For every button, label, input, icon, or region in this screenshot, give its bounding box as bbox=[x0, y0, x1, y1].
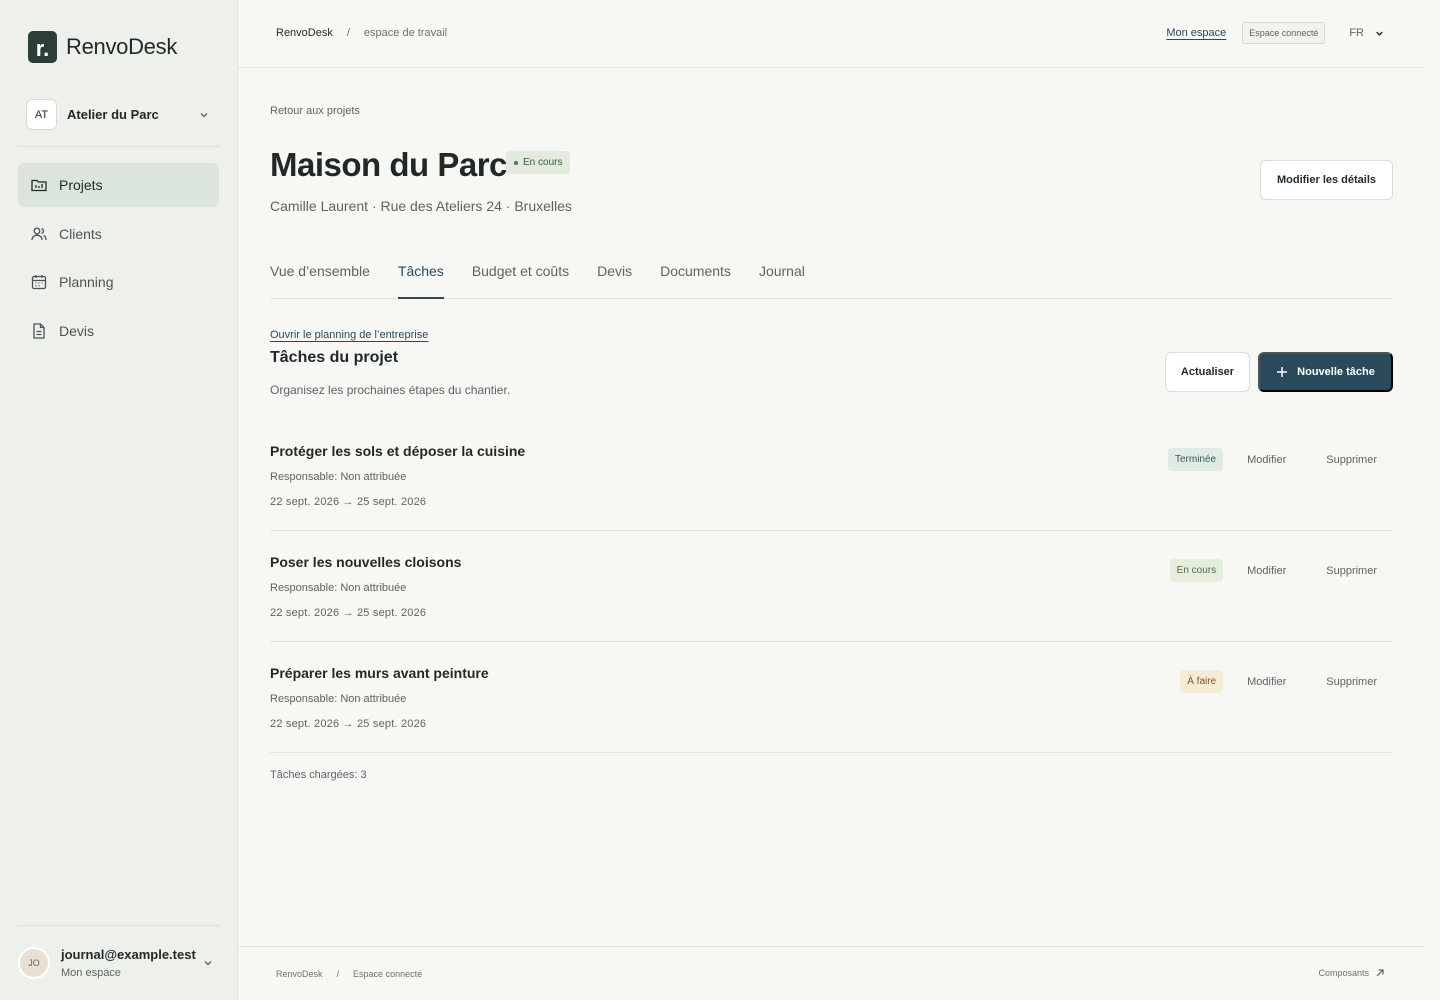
tab-overview[interactable]: Vue d’ensemble bbox=[270, 255, 370, 299]
new-task-button[interactable]: Nouvelle tâche bbox=[1258, 352, 1393, 392]
sidebar-item-projets[interactable]: Projets bbox=[18, 163, 219, 207]
sidebar-item-devis[interactable]: Devis bbox=[18, 309, 219, 353]
back-link[interactable]: Retour aux projets bbox=[270, 105, 360, 117]
external-link-icon bbox=[1376, 969, 1384, 977]
footer-connected: Espace connecté bbox=[353, 969, 423, 979]
new-task-label: Nouvelle tâche bbox=[1297, 366, 1375, 378]
task-count: Tâches chargées: 3 bbox=[270, 769, 367, 781]
task-title: Protéger les sols et déposer la cuisine bbox=[270, 443, 526, 459]
delete-task-button[interactable]: Supprimer bbox=[1326, 565, 1377, 577]
task-responsible: Responsable: Non attribuée bbox=[270, 582, 407, 594]
breadcrumb-home[interactable]: RenvoDesk bbox=[276, 27, 333, 39]
task-status-badge: Terminée bbox=[1167, 448, 1224, 471]
plus-icon bbox=[1277, 367, 1288, 377]
project-subtitle: Camille Laurent · Rue des Ateliers 24 · … bbox=[270, 198, 572, 214]
language-label: FR bbox=[1349, 27, 1364, 39]
breadcrumb-current: espace de travail bbox=[363, 27, 448, 39]
page-title: Maison du Parc bbox=[270, 146, 507, 183]
task-row: Poser les nouvelles cloisons Responsable… bbox=[270, 531, 1393, 642]
breadcrumb-separator: / bbox=[346, 27, 350, 39]
task-actions: Terminée Modifier Supprimer bbox=[1167, 448, 1377, 471]
task-dates: 22 sept. 2026 → 25 sept. 2026 bbox=[270, 718, 427, 730]
chevron-down-icon bbox=[204, 961, 212, 966]
refresh-button[interactable]: Actualiser bbox=[1165, 352, 1250, 392]
task-responsible: Responsable: Non attribuée bbox=[270, 471, 407, 483]
topbar: RenvoDesk / espace de travail Mon espace… bbox=[238, 0, 1425, 68]
task-dates: 22 sept. 2026 → 25 sept. 2026 bbox=[270, 607, 427, 619]
document-icon bbox=[33, 323, 45, 339]
chevron-down-icon bbox=[200, 112, 208, 117]
task-status-badge: En cours bbox=[1169, 559, 1224, 582]
footer: RenvoDesk / Espace connecté Composants bbox=[238, 946, 1425, 1000]
edit-task-button[interactable]: Modifier bbox=[1247, 454, 1286, 466]
language-selector[interactable]: FR bbox=[1349, 27, 1385, 39]
topbar-actions: Mon espace Espace connecté FR bbox=[1166, 22, 1385, 44]
task-list: Protéger les sols et déposer la cuisine … bbox=[270, 420, 1393, 753]
delete-task-button[interactable]: Supprimer bbox=[1326, 454, 1377, 466]
task-row: Préparer les murs avant peinture Respons… bbox=[270, 642, 1393, 753]
sidebar-item-label: Clients bbox=[59, 225, 102, 242]
breadcrumb: RenvoDesk / espace de travail bbox=[276, 27, 447, 39]
sidebar-item-label: Projets bbox=[59, 177, 103, 193]
status-badge: Espace connecté bbox=[1242, 22, 1326, 44]
components-link[interactable]: Composants bbox=[1318, 968, 1385, 978]
user-subtitle: Mon espace bbox=[61, 967, 121, 979]
tab-budget[interactable]: Budget et coûts bbox=[472, 255, 569, 299]
workspace-name: Atelier du Parc bbox=[67, 107, 159, 122]
task-actions: À faire Modifier Supprimer bbox=[1180, 670, 1377, 693]
edit-task-button[interactable]: Modifier bbox=[1247, 676, 1286, 688]
task-responsible: Responsable: Non attribuée bbox=[270, 693, 407, 705]
users-icon bbox=[31, 227, 47, 240]
task-status-badge: À faire bbox=[1180, 670, 1224, 693]
footer-brand: RenvoDesk bbox=[276, 969, 323, 979]
logo-mark: r. bbox=[28, 31, 57, 63]
breadcrumb-separator: / bbox=[336, 969, 340, 979]
task-row: Protéger les sols et déposer la cuisine … bbox=[270, 420, 1393, 531]
task-dates: 22 sept. 2026 → 25 sept. 2026 bbox=[270, 496, 427, 508]
task-title: Préparer les murs avant peinture bbox=[270, 665, 489, 681]
user-email: journal@example.test bbox=[61, 947, 196, 962]
chevron-down-icon bbox=[1376, 31, 1383, 36]
task-actions: En cours Modifier Supprimer bbox=[1169, 559, 1377, 582]
folder-icon bbox=[31, 179, 47, 192]
components-label: Composants bbox=[1318, 968, 1369, 978]
section-description: Organisez les prochaines étapes du chant… bbox=[270, 383, 511, 397]
project-status-badge: En cours bbox=[506, 151, 571, 174]
avatar: JO bbox=[18, 947, 50, 979]
footer-breadcrumb: RenvoDesk / Espace connecté bbox=[276, 969, 422, 979]
app-name: RenvoDesk bbox=[66, 34, 178, 59]
sidebar-item-clients[interactable]: Clients bbox=[18, 212, 219, 256]
edit-task-button[interactable]: Modifier bbox=[1247, 565, 1286, 577]
sidebar-divider bbox=[18, 146, 220, 147]
status-dot-icon bbox=[514, 160, 518, 165]
calendar-icon bbox=[31, 275, 47, 290]
sidebar-item-planning[interactable]: Planning bbox=[18, 260, 219, 304]
user-info: journal@example.test Mon espace bbox=[61, 947, 202, 979]
project-status-label: En cours bbox=[523, 157, 563, 168]
workspace-avatar: AT bbox=[26, 99, 57, 130]
edit-details-button[interactable]: Modifier les détails bbox=[1260, 160, 1393, 200]
app-logo[interactable]: r. RenvoDesk bbox=[28, 31, 177, 63]
sidebar: r. RenvoDesk AT Atelier du Parc Projets … bbox=[0, 0, 238, 1000]
tab-journal[interactable]: Journal bbox=[759, 255, 805, 299]
delete-task-button[interactable]: Supprimer bbox=[1326, 676, 1377, 688]
project-tabs: Vue d’ensemble Tâches Budget et coûts De… bbox=[270, 255, 1393, 299]
sidebar-divider bbox=[18, 925, 220, 926]
my-space-link[interactable]: Mon espace bbox=[1166, 27, 1226, 39]
tab-documents[interactable]: Documents bbox=[660, 255, 731, 299]
sidebar-item-label: Devis bbox=[59, 323, 95, 340]
task-title: Poser les nouvelles cloisons bbox=[270, 554, 462, 570]
sidebar-item-label: Planning bbox=[59, 274, 114, 291]
section-title: Tâches du projet bbox=[270, 349, 399, 366]
workspace-switcher[interactable]: AT Atelier du Parc bbox=[26, 99, 216, 130]
open-planning-link[interactable]: Ouvrir le planning de l’entreprise bbox=[270, 329, 428, 341]
tab-tasks[interactable]: Tâches bbox=[397, 255, 444, 299]
user-menu[interactable]: JO journal@example.test Mon espace bbox=[18, 940, 220, 986]
tab-quotes[interactable]: Devis bbox=[597, 255, 632, 299]
sidebar-nav: Projets Clients Planning Devis bbox=[18, 163, 219, 358]
